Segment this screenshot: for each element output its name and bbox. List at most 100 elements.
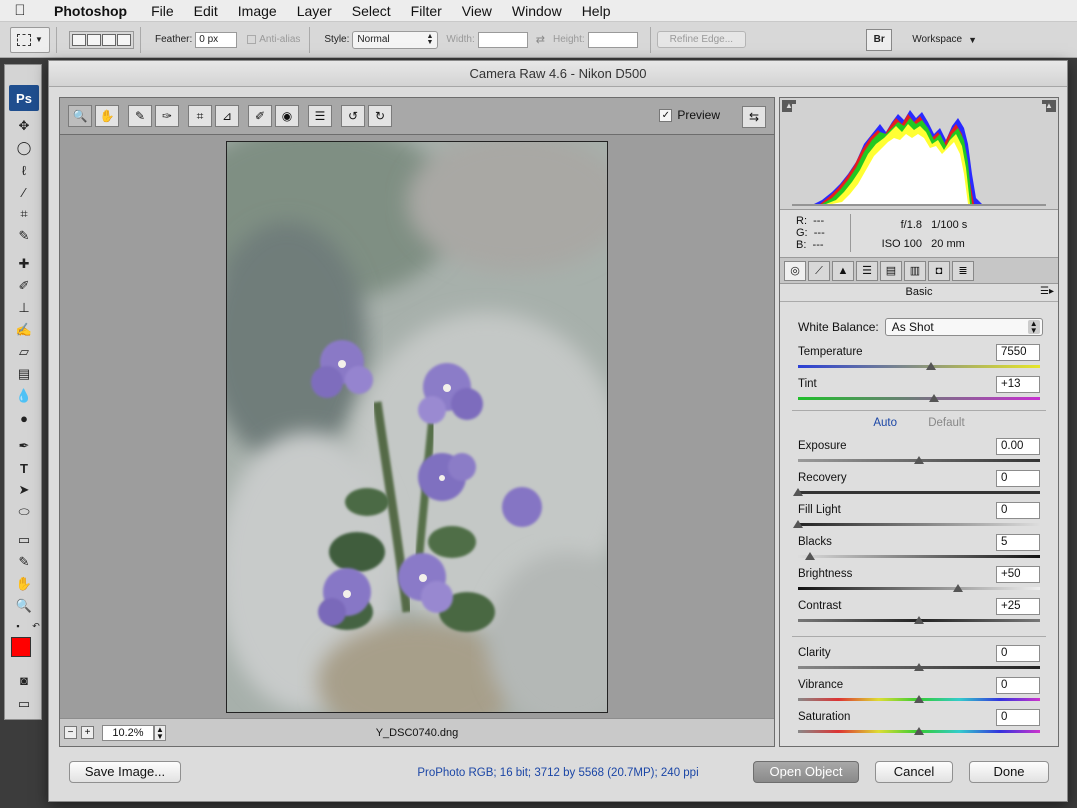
intersect-selection-icon[interactable]: [117, 33, 131, 46]
eraser-tool-icon[interactable]: ▱: [13, 343, 35, 361]
slider-value-input[interactable]: 0: [996, 709, 1040, 726]
preferences-button[interactable]: ☰: [308, 105, 332, 127]
menu-app-name[interactable]: Photoshop: [40, 3, 141, 19]
cancel-button[interactable]: Cancel: [875, 761, 953, 783]
panel-menu-icon[interactable]: ☰▸: [1040, 286, 1054, 297]
fullscreen-toggle-button[interactable]: ⇆: [742, 106, 766, 128]
done-button[interactable]: Done: [969, 761, 1049, 783]
menu-help[interactable]: Help: [572, 3, 621, 19]
hand-tool-icon[interactable]: ✋: [13, 575, 35, 593]
refine-edge-button[interactable]: Refine Edge...: [656, 31, 747, 48]
zoom-level-field[interactable]: 10.2%: [102, 724, 154, 741]
slider-track[interactable]: [798, 397, 1040, 400]
crop-tool-button[interactable]: ⌗: [188, 105, 212, 127]
menu-filter[interactable]: Filter: [401, 3, 452, 19]
foreground-color-swatch[interactable]: [11, 637, 31, 657]
color-sampler-button[interactable]: ✑: [155, 105, 179, 127]
menu-image[interactable]: Image: [228, 3, 287, 19]
slider-value-input[interactable]: 5: [996, 534, 1040, 551]
retouch-tool-button[interactable]: ✐: [248, 105, 272, 127]
menu-window[interactable]: Window: [502, 3, 572, 19]
slider-value-input[interactable]: 0: [996, 470, 1040, 487]
slider-thumb[interactable]: [793, 488, 803, 496]
preview-checkbox-group[interactable]: ✓ Preview: [659, 108, 720, 122]
slider-thumb[interactable]: [914, 616, 924, 624]
clone-stamp-icon[interactable]: ⊥: [13, 299, 35, 317]
move-tool-icon[interactable]: ✥: [13, 117, 35, 135]
zoom-in-button[interactable]: +: [81, 726, 94, 739]
slider-track[interactable]: [798, 587, 1040, 590]
quick-mask-icon[interactable]: ◙: [13, 671, 35, 689]
zoom-tool-button[interactable]: 🔍: [68, 105, 92, 127]
apple-menu-icon[interactable]: : [0, 2, 40, 19]
tab-presets-icon[interactable]: ≣: [952, 260, 974, 281]
workspace-menu[interactable]: Workspace: [912, 34, 962, 45]
slider-thumb[interactable]: [793, 520, 803, 528]
notes-tool-icon[interactable]: ▭: [13, 531, 35, 549]
rotate-left-button[interactable]: ↺: [341, 105, 365, 127]
lasso-tool-icon[interactable]: ℓ: [13, 161, 35, 179]
slider-track[interactable]: [798, 365, 1040, 368]
slider-track[interactable]: [798, 555, 1040, 558]
slider-thumb[interactable]: [926, 362, 937, 370]
width-input[interactable]: [477, 31, 528, 48]
crop-tool-icon[interactable]: ⌗: [13, 205, 35, 223]
anti-alias-checkbox[interactable]: [247, 35, 257, 44]
slider-value-input[interactable]: 0: [996, 645, 1040, 662]
menu-edit[interactable]: Edit: [184, 3, 228, 19]
menu-layer[interactable]: Layer: [287, 3, 342, 19]
zoom-out-button[interactable]: −: [64, 726, 77, 739]
tab-basic-icon[interactable]: ◎: [784, 260, 806, 281]
tab-hsl-icon[interactable]: ☰: [856, 260, 878, 281]
eyedropper-icon[interactable]: ✎: [13, 553, 35, 571]
marquee-tool-icon[interactable]: ◯: [13, 139, 35, 157]
add-selection-icon[interactable]: [87, 33, 101, 46]
slider-value-input[interactable]: +25: [996, 598, 1040, 615]
white-balance-tool-button[interactable]: ✎: [128, 105, 152, 127]
open-object-button[interactable]: Open Object: [753, 761, 859, 783]
blur-tool-icon[interactable]: 💧: [13, 387, 35, 405]
feather-input[interactable]: 0 px: [195, 31, 238, 48]
magic-wand-icon[interactable]: ⁄: [13, 183, 35, 201]
screen-mode-icon[interactable]: ▭: [13, 695, 35, 713]
marquee-tool-preset[interactable]: ▼: [10, 26, 50, 53]
slider-value-input[interactable]: 0: [996, 502, 1040, 519]
menu-file[interactable]: File: [141, 3, 184, 19]
slider-thumb[interactable]: [928, 394, 939, 402]
slider-track[interactable]: [798, 523, 1040, 526]
slider-thumb[interactable]: [914, 695, 924, 703]
bridge-icon[interactable]: Br: [866, 28, 893, 51]
dodge-tool-icon[interactable]: ●: [13, 409, 35, 427]
pen-tool-icon[interactable]: ✒: [13, 437, 35, 455]
slider-thumb[interactable]: [952, 584, 963, 592]
white-balance-select[interactable]: As Shot ▲ ▼: [884, 318, 1043, 336]
hand-tool-button[interactable]: ✋: [95, 105, 119, 127]
eyedropper-tool-icon[interactable]: ✎: [13, 227, 35, 245]
slider-thumb[interactable]: [914, 456, 924, 464]
healing-brush-icon[interactable]: ✚: [13, 255, 35, 273]
menu-select[interactable]: Select: [342, 3, 401, 19]
height-input[interactable]: [587, 31, 638, 48]
shape-tool-icon[interactable]: ⬭: [13, 503, 35, 521]
rotate-right-button[interactable]: ↻: [368, 105, 392, 127]
slider-thumb[interactable]: [805, 552, 816, 560]
slider-track[interactable]: [798, 491, 1040, 494]
selection-mode-buttons[interactable]: [69, 30, 134, 49]
subtract-selection-icon[interactable]: [102, 33, 116, 46]
path-selection-icon[interactable]: ➤: [13, 481, 35, 499]
slider-value-input[interactable]: 0: [996, 677, 1040, 694]
preview-checkbox[interactable]: ✓: [659, 108, 673, 122]
style-select[interactable]: Normal ▲ ▼: [352, 30, 439, 49]
zoom-stepper-icon[interactable]: ▲ ▼: [154, 724, 166, 741]
default-link[interactable]: Default: [928, 417, 964, 429]
swap-dimensions-icon[interactable]: ⇄: [536, 33, 545, 46]
slider-value-input[interactable]: 7550: [996, 344, 1040, 361]
brush-tool-icon[interactable]: ✐: [13, 277, 35, 295]
tab-detail-icon[interactable]: ▲: [832, 260, 854, 281]
tab-lens-corrections-icon[interactable]: ▥: [904, 260, 926, 281]
auto-link[interactable]: Auto: [873, 417, 897, 429]
red-eye-tool-button[interactable]: ◉: [275, 105, 299, 127]
straighten-tool-button[interactable]: ⊿: [215, 105, 239, 127]
type-tool-icon[interactable]: T: [13, 459, 35, 477]
image-canvas[interactable]: [60, 134, 774, 718]
